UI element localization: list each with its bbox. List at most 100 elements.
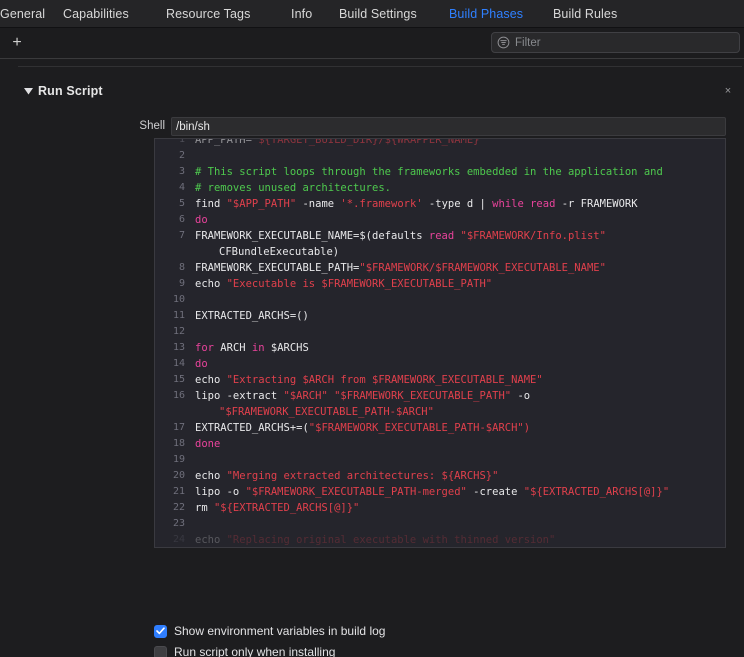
code-token: "Merging extracted architectures: ${ARCH… [226, 470, 499, 482]
code-line: 3 # This script loops through the framewo… [155, 164, 725, 180]
code-token: -r FRAMEWORK [561, 198, 638, 210]
line-number: 19 [172, 454, 185, 465]
code-token: "$FRAMEWORK/$FRAMEWORK_EXECUTABLE_NAME" [359, 262, 606, 274]
line-number: 17 [172, 422, 185, 433]
code-token: read [428, 230, 461, 242]
code-wrapped-continuation: CFBundleExecutable) [195, 244, 725, 260]
code-line: 1 APP_PATH="${TARGET_BUILD_DIR}/${WRAPPER… [155, 138, 725, 148]
scrolled-phase-row-text [136, 58, 139, 64]
code-token: -create [466, 486, 524, 498]
code-line: 7 FRAMEWORK_EXECUTABLE_NAME=$(defaults re… [155, 228, 725, 260]
code-token: -o [511, 390, 531, 402]
line-number: 7 [178, 230, 185, 241]
code-line: 15 echo "Extracting $ARCH from $FRAMEWORK… [155, 372, 725, 388]
code-token: ARCH [220, 342, 252, 354]
code-token: "${TARGET_BUILD_DIR}/${WRAPPER_NAME}" [251, 138, 486, 146]
tab-general[interactable]: General [0, 7, 45, 21]
line-number: 14 [172, 358, 185, 369]
editor-tab-bar: General Capabilities Resource Tags Info Buil… [0, 0, 744, 28]
code-token: lipo -o [195, 486, 246, 498]
code-token: done [195, 438, 221, 450]
code-token: "Executable is $FRAMEWORK_EXECUTABLE_PAT… [226, 278, 493, 290]
script-editor-scrollbar[interactable] [715, 139, 725, 547]
code-token: # removes unused architectures. [195, 182, 391, 194]
code-line: 6 do [155, 212, 725, 228]
code-token: FRAMEWORK_EXECUTABLE_PATH= [195, 262, 360, 274]
tab-build-phases[interactable]: Build Phases [449, 7, 523, 21]
script-editor-content: 1 APP_PATH="${TARGET_BUILD_DIR}/${WRAPPER… [155, 138, 725, 547]
code-line: 16 lipo -extract "$ARCH" "$FRAMEWORK_EXEC… [155, 388, 725, 420]
line-number: 9 [178, 278, 185, 289]
run-when-installing-checkbox-row[interactable]: Run script only when installing [154, 644, 335, 657]
code-token: EXTRACTED_ARCHS+=( [195, 422, 309, 434]
close-icon[interactable]: × [720, 83, 736, 99]
shell-label: Shell [139, 120, 165, 132]
code-token: do [195, 214, 208, 226]
scrolled-phase-row-partial [16, 58, 744, 65]
line-number: 4 [178, 182, 185, 193]
show-env-vars-label: Show environment variables in build log [174, 624, 386, 638]
run-when-installing-checkbox[interactable] [154, 645, 167, 657]
show-env-vars-checkbox[interactable] [154, 624, 167, 638]
line-number: 21 [172, 486, 185, 497]
line-number: 2 [178, 150, 185, 161]
code-line: 9 echo "Executable is $FRAMEWORK_EXECUTAB… [155, 276, 725, 292]
code-token: "$FRAMEWORK_EXECUTABLE_PATH-$ARCH" [219, 406, 434, 418]
code-token: "$FRAMEWORK_EXECUTABLE_PATH-$ARCH" [308, 422, 524, 434]
code-line: 5 find "$APP_PATH" -name '*.framework' -t… [155, 196, 725, 212]
tab-build-rules[interactable]: Build Rules [553, 7, 617, 21]
run-when-installing-label: Run script only when installing [174, 645, 336, 657]
code-line: 17 EXTRACTED_ARCHS+=("$FRAMEWORK_EXECUTAB… [155, 420, 725, 436]
code-line: 11 EXTRACTED_ARCHS=() [155, 308, 725, 324]
shell-input[interactable] [171, 117, 726, 136]
line-number: 10 [172, 294, 185, 305]
line-number: 1 [178, 138, 185, 145]
add-build-phase-button[interactable]: + [6, 32, 28, 54]
code-line: 19 [155, 452, 725, 468]
code-token: do [195, 358, 208, 370]
tab-resource-tags[interactable]: Resource Tags [166, 7, 250, 21]
code-token: "Extracting $ARCH from $FRAMEWORK_EXECUT… [226, 374, 543, 386]
tab-capabilities[interactable]: Capabilities [63, 7, 129, 21]
line-number: 8 [178, 262, 185, 273]
code-line: 18 done [155, 436, 725, 452]
line-number: 22 [172, 502, 185, 513]
filter-field[interactable]: Filter [491, 32, 740, 53]
code-token: "$ARCH" [283, 390, 328, 402]
code-wrapped-continuation: "$FRAMEWORK_EXECUTABLE_PATH-$ARCH" [195, 404, 725, 420]
code-token: in [251, 342, 271, 354]
code-token: -name [296, 198, 341, 210]
triangle-down-icon[interactable] [22, 85, 34, 97]
code-token: APP_PATH= [195, 138, 252, 146]
code-line: 4 # removes unused architectures. [155, 180, 725, 196]
code-line: 23 [155, 516, 725, 532]
script-editor[interactable]: 1 APP_PATH="${TARGET_BUILD_DIR}/${WRAPPER… [154, 138, 726, 548]
code-token: echo [195, 278, 227, 290]
code-token: "$FRAMEWORK/Info.plist" [460, 230, 606, 242]
code-token: "$FRAMEWORK_EXECUTABLE_PATH" [334, 390, 512, 402]
code-token: | [479, 198, 493, 210]
line-number: 11 [172, 310, 185, 321]
code-line: 14 do [155, 356, 725, 372]
line-number: 20 [172, 470, 185, 481]
tab-build-settings[interactable]: Build Settings [339, 7, 417, 21]
code-token: FRAMEWORK_EXECUTABLE_NAME=$(defaults [195, 230, 429, 242]
line-number: 6 [178, 214, 185, 225]
plus-icon: + [12, 34, 22, 51]
code-token: echo [195, 534, 227, 546]
code-token: -type d [422, 198, 480, 210]
code-token: '*.framework' [340, 198, 423, 210]
code-token: "$APP_PATH" [226, 198, 297, 210]
tab-info[interactable]: Info [291, 7, 312, 21]
code-line: 22 rm "${EXTRACTED_ARCHS[@]}" [155, 500, 725, 516]
run-script-phase-header[interactable]: Run Script × [16, 81, 744, 101]
line-number: 24 [172, 534, 185, 545]
code-token: for [195, 342, 221, 354]
code-token: "${EXTRACTED_ARCHS[@]}" [523, 486, 670, 498]
line-number: 5 [178, 198, 185, 209]
show-env-vars-checkbox-row[interactable]: Show environment variables in build log [154, 623, 385, 639]
code-token: # This script loops through the framewor… [195, 166, 663, 178]
code-token: echo [195, 374, 227, 386]
phase-toolbar: + Filter [0, 28, 744, 59]
filter-placeholder: Filter [515, 36, 541, 49]
